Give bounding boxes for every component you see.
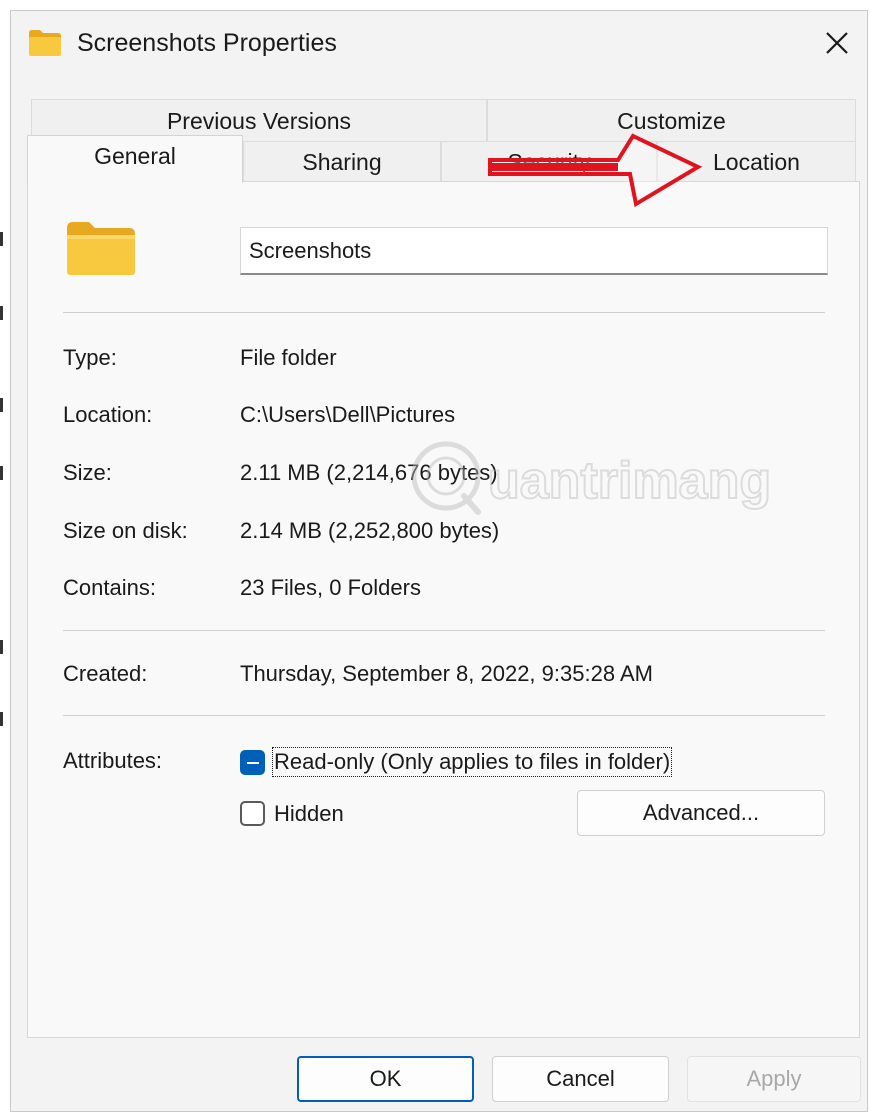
tab-label: Customize [617,108,726,134]
cancel-button[interactable]: Cancel [492,1056,669,1102]
type-value: File folder [240,345,337,370]
cancel-button-label: Cancel [546,1066,615,1091]
location-label: Location: [63,402,153,427]
tab-customize[interactable]: Customize [487,99,856,143]
tab-sharing[interactable]: Sharing [243,141,441,183]
folder-icon [67,222,135,275]
general-panel: Type: File folder Location: C:\Users\Del… [27,181,860,1038]
size-on-disk-label: Size on disk: [63,518,188,543]
title-bar: Screenshots Properties [11,11,867,79]
tab-security[interactable]: Security [441,141,657,183]
hidden-checkbox[interactable] [240,801,265,826]
tab-label: Security [507,149,591,175]
ok-button-label: OK [369,1066,402,1091]
tab-label: Previous Versions [166,108,352,134]
size-value: 2.11 MB (2,214,676 bytes) [240,460,498,485]
indeterminate-icon [246,761,259,764]
tab-label: Sharing [302,149,382,175]
advanced-button[interactable]: Advanced... [577,790,825,836]
apply-button: Apply [687,1056,861,1102]
created-value: Thursday, September 8, 2022, 9:35:28 AM [240,661,653,686]
edge-marks [0,232,3,726]
attributes-label: Attributes: [63,748,163,773]
window-title: Screenshots Properties [77,29,337,57]
separator [63,630,825,631]
tab-location[interactable]: Location [657,141,856,183]
tab-label: Location [713,149,800,175]
tab-label: General [94,143,176,169]
readonly-label[interactable]: Read-only (Only applies to files in fold… [271,747,673,777]
folder-icon [29,30,61,56]
contains-value: 23 Files, 0 Folders [240,575,421,600]
separator [63,715,825,716]
created-label: Created: [63,661,148,686]
contains-label: Contains: [63,575,156,600]
size-label: Size: [63,460,112,485]
close-icon [826,32,848,54]
apply-button-label: Apply [746,1066,802,1091]
size-on-disk-value: 2.14 MB (2,252,800 bytes) [240,518,500,543]
properties-dialog: Screenshots Properties Previous Versions… [10,10,868,1112]
readonly-checkbox[interactable] [240,750,265,775]
type-label: Type: [63,345,117,370]
separator [63,312,825,313]
close-button[interactable] [815,23,859,63]
ok-button[interactable]: OK [297,1056,474,1102]
location-value: C:\Users\Dell\Pictures [240,402,456,427]
tab-general[interactable]: General [27,135,243,183]
advanced-button-label: Advanced... [642,800,760,825]
folder-name-input[interactable] [240,227,828,275]
hidden-label[interactable]: Hidden [274,801,344,827]
